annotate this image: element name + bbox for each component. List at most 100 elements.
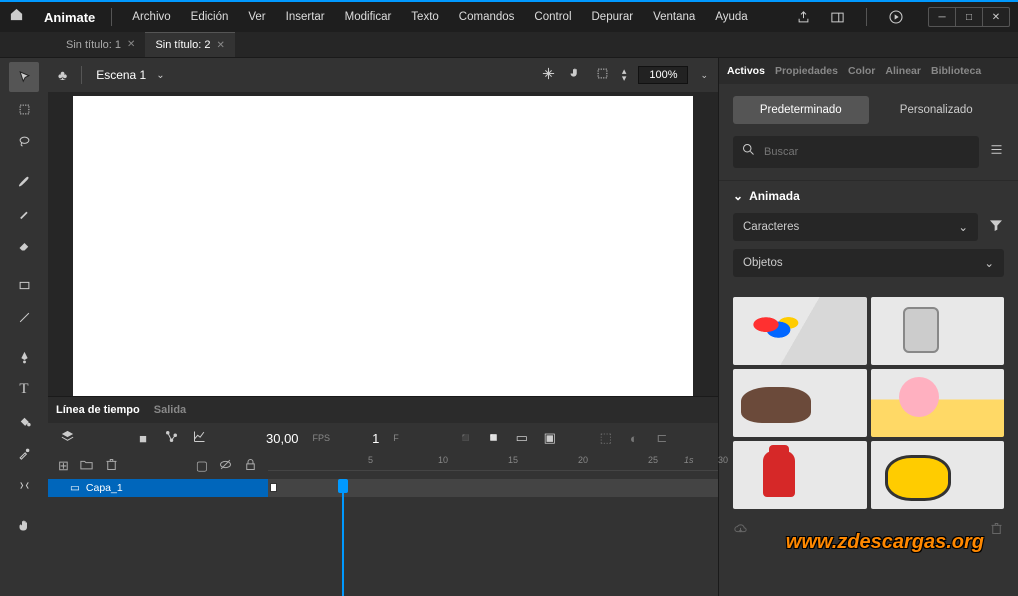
- menu-modificar[interactable]: Modificar: [337, 7, 400, 27]
- search-box[interactable]: [733, 136, 979, 168]
- paint-brush-tool[interactable]: [9, 198, 39, 228]
- doc-tab-2[interactable]: Sin título: 2 ✕: [145, 32, 234, 57]
- dropdown-label: Caracteres: [743, 221, 799, 233]
- tools-panel: T: [0, 58, 48, 596]
- search-input[interactable]: [764, 146, 971, 158]
- graph-icon[interactable]: [162, 429, 180, 447]
- home-icon[interactable]: [0, 7, 32, 27]
- keyframe[interactable]: [270, 483, 277, 492]
- scene-name[interactable]: Escena 1: [96, 68, 146, 82]
- asset-dog[interactable]: [871, 441, 1005, 509]
- menu-ventana[interactable]: Ventana: [645, 7, 703, 27]
- list-view-icon[interactable]: [989, 142, 1004, 162]
- dropdown-label: Objetos: [743, 257, 783, 269]
- minimize-button[interactable]: ─: [928, 7, 956, 27]
- ruler-tick: 5: [368, 455, 373, 465]
- hand-tool[interactable]: [9, 510, 39, 540]
- layer-name[interactable]: Capa_1: [86, 482, 123, 494]
- toggle-personalizado[interactable]: Personalizado: [869, 96, 1005, 124]
- onion-skin-icon[interactable]: ⬚: [597, 430, 615, 446]
- visibility-icon[interactable]: [218, 457, 233, 475]
- chevron-down-icon[interactable]: ⌄: [733, 189, 743, 203]
- fps-value[interactable]: 30,00: [266, 431, 299, 446]
- share-icon[interactable]: [794, 8, 812, 26]
- layer-icon: ▭: [70, 482, 80, 494]
- tab-biblioteca[interactable]: Biblioteca: [931, 65, 981, 77]
- onion-range-icon[interactable]: ⊏: [653, 430, 671, 446]
- menu-depurar[interactable]: Depurar: [584, 7, 642, 27]
- tab-linea-de-tiempo[interactable]: Línea de tiempo: [56, 404, 140, 416]
- lock-icon[interactable]: [243, 457, 258, 475]
- rotate-icon[interactable]: [568, 66, 583, 84]
- rectangle-tool[interactable]: [9, 270, 39, 300]
- close-icon[interactable]: ✕: [216, 40, 224, 51]
- doc-tab-1[interactable]: Sin título: 1 ✕: [56, 32, 145, 57]
- trash-icon[interactable]: [989, 521, 1004, 539]
- blank-keyframe-icon[interactable]: ◽: [485, 430, 503, 446]
- chevron-down-icon[interactable]: ⌄: [156, 70, 164, 81]
- keyframe-insert-icon[interactable]: ◾: [457, 430, 475, 446]
- chevron-down-icon[interactable]: ⌄: [700, 70, 708, 81]
- menu-comandos[interactable]: Comandos: [451, 7, 523, 27]
- filter-icon[interactable]: [988, 217, 1004, 238]
- tab-activos[interactable]: Activos: [727, 65, 765, 77]
- clip-icon[interactable]: [541, 66, 556, 84]
- eraser-tool[interactable]: [9, 230, 39, 260]
- brush-tool[interactable]: [9, 166, 39, 196]
- outline-icon[interactable]: ▢: [196, 458, 208, 474]
- eyedropper-tool[interactable]: [9, 438, 39, 468]
- menu-archivo[interactable]: Archivo: [124, 7, 178, 27]
- menu-edicion[interactable]: Edición: [183, 7, 237, 27]
- add-layer-icon[interactable]: ⊞: [58, 458, 69, 474]
- playhead[interactable]: [338, 479, 348, 596]
- auto-keyframe-icon[interactable]: ▣: [541, 430, 559, 446]
- bucket-tool[interactable]: [9, 406, 39, 436]
- layer-row[interactable]: ▭ Capa_1: [48, 479, 268, 497]
- dropdown-caracteres[interactable]: Caracteres ⌄: [733, 213, 978, 241]
- asset-snail[interactable]: [871, 369, 1005, 437]
- frame-value[interactable]: 1: [372, 431, 379, 446]
- frame-track[interactable]: [268, 479, 718, 497]
- tab-propiedades[interactable]: Propiedades: [775, 65, 838, 77]
- asset-santa[interactable]: [733, 441, 867, 509]
- play-icon[interactable]: [887, 8, 905, 26]
- asset-wolf[interactable]: [733, 369, 867, 437]
- tab-salida[interactable]: Salida: [154, 404, 186, 416]
- zoom-input[interactable]: 100%: [638, 66, 688, 84]
- close-button[interactable]: ✕: [982, 7, 1010, 27]
- close-icon[interactable]: ✕: [127, 39, 135, 50]
- stage-canvas[interactable]: [73, 96, 693, 396]
- layers-icon[interactable]: [58, 429, 76, 447]
- frame-icon[interactable]: ▭: [513, 430, 531, 446]
- dropdown-objetos[interactable]: Objetos ⌄: [733, 249, 1004, 277]
- panel-icon[interactable]: [828, 8, 846, 26]
- mask-icon[interactable]: [595, 66, 610, 84]
- pen-tool[interactable]: [9, 342, 39, 372]
- line-tool[interactable]: [9, 302, 39, 332]
- toggle-predeterminado[interactable]: Predeterminado: [733, 96, 869, 124]
- selection-tool[interactable]: [9, 62, 39, 92]
- menu-texto[interactable]: Texto: [403, 7, 447, 27]
- scene-icon: ♣: [58, 67, 67, 83]
- folder-icon[interactable]: [79, 457, 94, 475]
- text-tool[interactable]: T: [9, 374, 39, 404]
- tab-color[interactable]: Color: [848, 65, 875, 77]
- menu-insertar[interactable]: Insertar: [278, 7, 333, 27]
- lasso-tool[interactable]: [9, 126, 39, 156]
- cloud-download-icon[interactable]: [733, 521, 748, 539]
- asset-mummy[interactable]: [871, 297, 1005, 365]
- menu-ver[interactable]: Ver: [240, 7, 273, 27]
- chart-icon[interactable]: [190, 429, 208, 447]
- menu-control[interactable]: Control: [526, 7, 579, 27]
- free-transform-tool[interactable]: [9, 94, 39, 124]
- tab-alinear[interactable]: Alinear: [885, 65, 921, 77]
- camera-icon[interactable]: ■: [134, 431, 152, 446]
- maximize-button[interactable]: □: [955, 7, 983, 27]
- camera-tool[interactable]: [9, 470, 39, 500]
- onion-outline-icon[interactable]: ◐: [625, 431, 643, 446]
- asset-parrot[interactable]: [733, 297, 867, 365]
- trash-icon[interactable]: [104, 457, 119, 475]
- zoom-stepper-icon[interactable]: ▴▾: [622, 68, 627, 82]
- menu-ayuda[interactable]: Ayuda: [707, 7, 755, 27]
- app-title: Animate: [32, 10, 107, 25]
